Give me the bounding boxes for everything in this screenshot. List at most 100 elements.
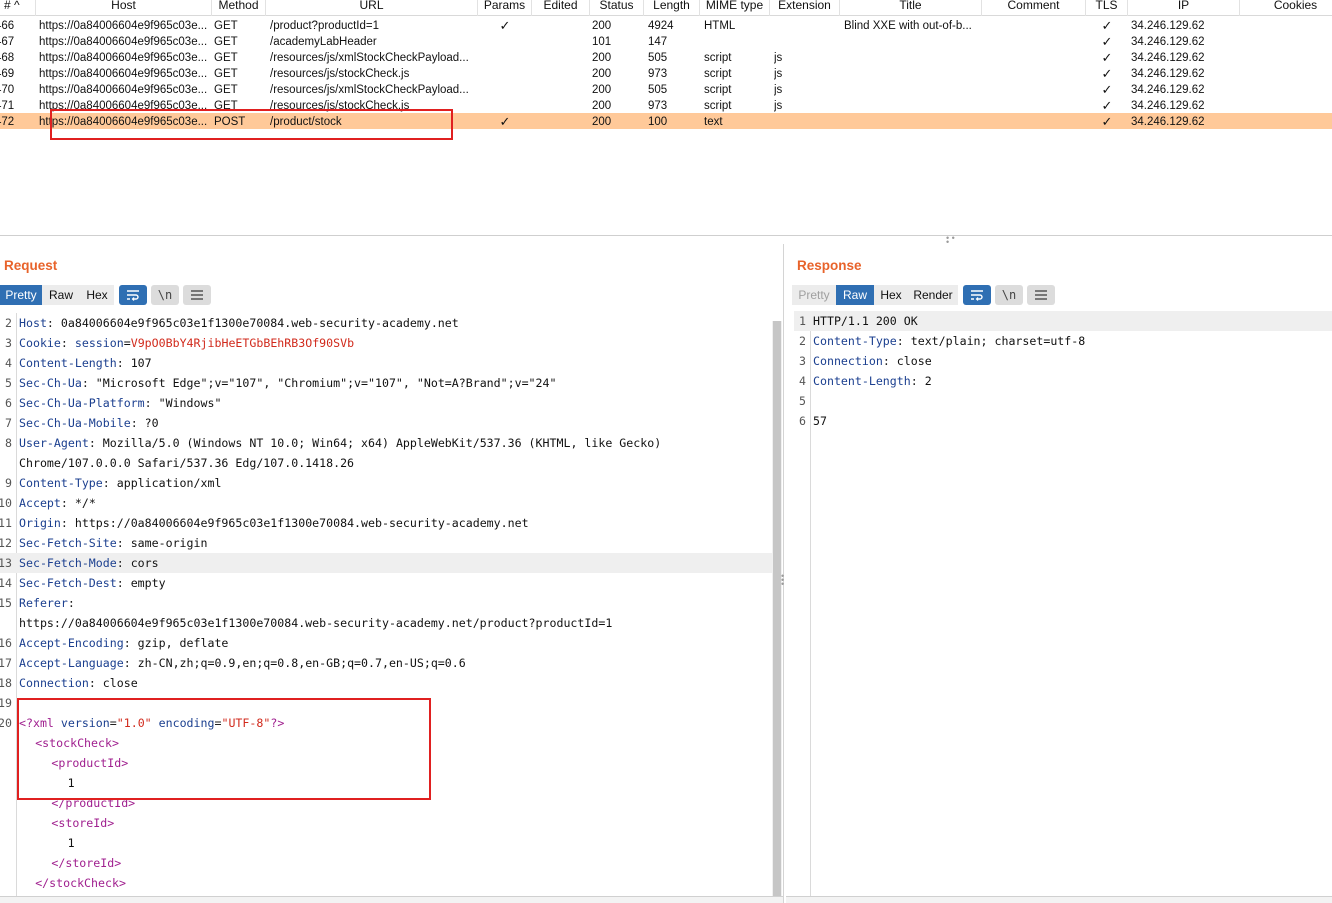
table-row[interactable]: 470 https://0a84006604e9f965c03e... GET/re… <box>0 81 1332 97</box>
table-row[interactable]: 472 https://0a84006604e9f965c03e... POST/p… <box>0 113 1332 129</box>
request-xml-line: 20 <?xml version="1.0" encoding="UTF-8"?> <box>0 713 772 733</box>
cell-extension: js <box>774 52 783 64</box>
cell-method: GET <box>214 68 238 80</box>
request-line: 2 Host: 0a84006604e9f965c03e1f1300e70084.… <box>0 313 772 333</box>
response-show-newlines-button[interactable]: \n <box>995 285 1023 305</box>
request-menu-icon[interactable] <box>183 285 211 305</box>
history-split-divider[interactable] <box>0 235 1332 236</box>
request-xml-line: <stockCheck> <box>0 733 772 753</box>
column-header-host[interactable]: Host <box>36 0 212 16</box>
cell-edited <box>532 17 590 33</box>
response-tab-pretty[interactable]: Pretty <box>792 285 836 305</box>
column-header-ip[interactable]: IP <box>1128 0 1240 16</box>
cell-number: 472 <box>0 116 15 128</box>
cell-host: https://0a84006604e9f965c03e... <box>39 52 208 64</box>
line-number: 4 <box>799 374 806 388</box>
cell-params <box>478 33 532 49</box>
cell-title <box>844 97 982 113</box>
column-header-method[interactable]: Method <box>212 0 266 16</box>
column-header-params[interactable]: Params <box>478 0 532 16</box>
cell-host: https://0a84006604e9f965c03e... <box>39 116 208 128</box>
table-row[interactable]: 469 https://0a84006604e9f965c03e... GET/re… <box>0 65 1332 81</box>
cell-url: /resources/js/stockCheck.js <box>270 100 410 112</box>
response-line: 1 HTTP/1.1 200 OK <box>794 311 1332 331</box>
column-header-url[interactable]: URL <box>266 0 478 16</box>
column-header-mime-type[interactable]: MIME type <box>700 0 770 16</box>
cell-extension <box>774 33 840 49</box>
header-name: Accept <box>19 496 61 510</box>
cell-params <box>478 49 532 65</box>
request-wrap-lines-icon[interactable] <box>119 285 147 305</box>
vertical-resize-grip-icon[interactable]: • • • <box>781 572 787 589</box>
column-header-comment[interactable]: Comment <box>982 0 1086 16</box>
header-name: Host <box>19 316 47 330</box>
request-xml-line: </productId> <box>0 793 772 813</box>
column-header-cookies[interactable]: Cookies <box>1240 0 1332 16</box>
cell-status: 200 <box>592 100 612 112</box>
cell-status: 200 <box>592 68 612 80</box>
request-tab-hex[interactable]: Hex <box>80 285 114 305</box>
request-editor[interactable]: 2 Host: 0a84006604e9f965c03e1f1300e70084.… <box>0 313 783 896</box>
cell-title: Blind XXE with out-of-b... <box>844 20 972 32</box>
cell-number: 467 <box>0 36 15 48</box>
request-line: 4 Content-Length: 107 <box>0 353 772 373</box>
response-wrap-lines-icon[interactable] <box>963 285 991 305</box>
cell-cookies <box>1244 97 1332 113</box>
request-search-bar[interactable] <box>0 896 783 903</box>
response-editor[interactable]: 1 HTTP/1.1 200 OK 2 Content-Type: text/plai… <box>794 311 1332 896</box>
cell-ip: 34.246.129.62 <box>1131 36 1205 48</box>
xml-storeid-close: </storeId> <box>51 856 122 870</box>
line-number: 12 <box>0 536 12 550</box>
cell-status: 101 <box>592 36 612 48</box>
xml-stockcheck-open: <stockCheck> <box>35 736 119 750</box>
cell-extension: js <box>774 68 783 80</box>
response-line: 6 57 <box>794 411 1332 431</box>
request-line: 8 User-Agent: Mozilla/5.0 (Windows NT 10.… <box>0 433 772 453</box>
cell-mime-type: script <box>704 68 732 80</box>
cell-length: 505 <box>648 84 668 96</box>
line-number: 2 <box>5 316 12 330</box>
xml-productid-close: </productId> <box>51 796 136 810</box>
response-tab-render[interactable]: Render <box>908 285 958 305</box>
response-tab-hex[interactable]: Hex <box>874 285 908 305</box>
header-value: empty <box>123 576 166 590</box>
cell-tls: ✓ <box>1101 114 1113 129</box>
column-header-extension[interactable]: Extension <box>770 0 840 16</box>
cell-edited <box>532 65 590 81</box>
column-header-status[interactable]: Status <box>590 0 644 16</box>
cell-comment <box>986 17 1086 33</box>
column-header-title[interactable]: Title <box>840 0 982 16</box>
cell-title <box>844 65 982 81</box>
column-header-number[interactable]: # ^ <box>0 0 36 16</box>
request-tab-pretty[interactable]: Pretty <box>0 285 42 305</box>
column-header-length[interactable]: Length <box>644 0 700 16</box>
response-search-bar[interactable] <box>786 896 1332 903</box>
header-value: "Microsoft Edge";v="107", "Chromium";v="… <box>88 376 557 390</box>
cell-edited <box>532 81 590 97</box>
cell-edited <box>532 97 590 113</box>
table-row[interactable]: 466 https://0a84006604e9f965c03e... GET/pr… <box>0 17 1332 33</box>
line-number: 18 <box>0 676 12 690</box>
column-header-tls[interactable]: TLS <box>1086 0 1128 16</box>
header-value: text/plain; charset=utf-8 <box>903 334 1086 348</box>
request-xml-line: <storeId> <box>0 813 772 833</box>
table-row[interactable]: 471 https://0a84006604e9f965c03e... GET/re… <box>0 97 1332 113</box>
cell-status: 200 <box>592 20 612 32</box>
header-value: */* <box>67 496 96 510</box>
header-value: 0a84006604e9f965c03e1f1300e70084.web-sec… <box>53 316 459 330</box>
request-scrollbar[interactable] <box>772 321 782 896</box>
cell-method: GET <box>214 100 238 112</box>
table-row[interactable]: 468 https://0a84006604e9f965c03e... GET/re… <box>0 49 1332 65</box>
response-menu-icon[interactable] <box>1027 285 1055 305</box>
request-scrollbar-thumb[interactable] <box>773 321 781 896</box>
response-tab-raw[interactable]: Raw <box>836 285 874 305</box>
resize-grip-icon[interactable]: • • • <box>946 234 960 247</box>
request-show-newlines-button[interactable]: \n <box>151 285 179 305</box>
column-header-edited[interactable]: Edited <box>532 0 590 16</box>
cell-host: https://0a84006604e9f965c03e... <box>39 100 208 112</box>
cell-method: GET <box>214 36 238 48</box>
request-tab-raw[interactable]: Raw <box>42 285 80 305</box>
header-value: 2 <box>917 374 932 388</box>
line-number: 1 <box>799 314 806 328</box>
table-row[interactable]: 467 https://0a84006604e9f965c03e... GET/ac… <box>0 33 1332 49</box>
